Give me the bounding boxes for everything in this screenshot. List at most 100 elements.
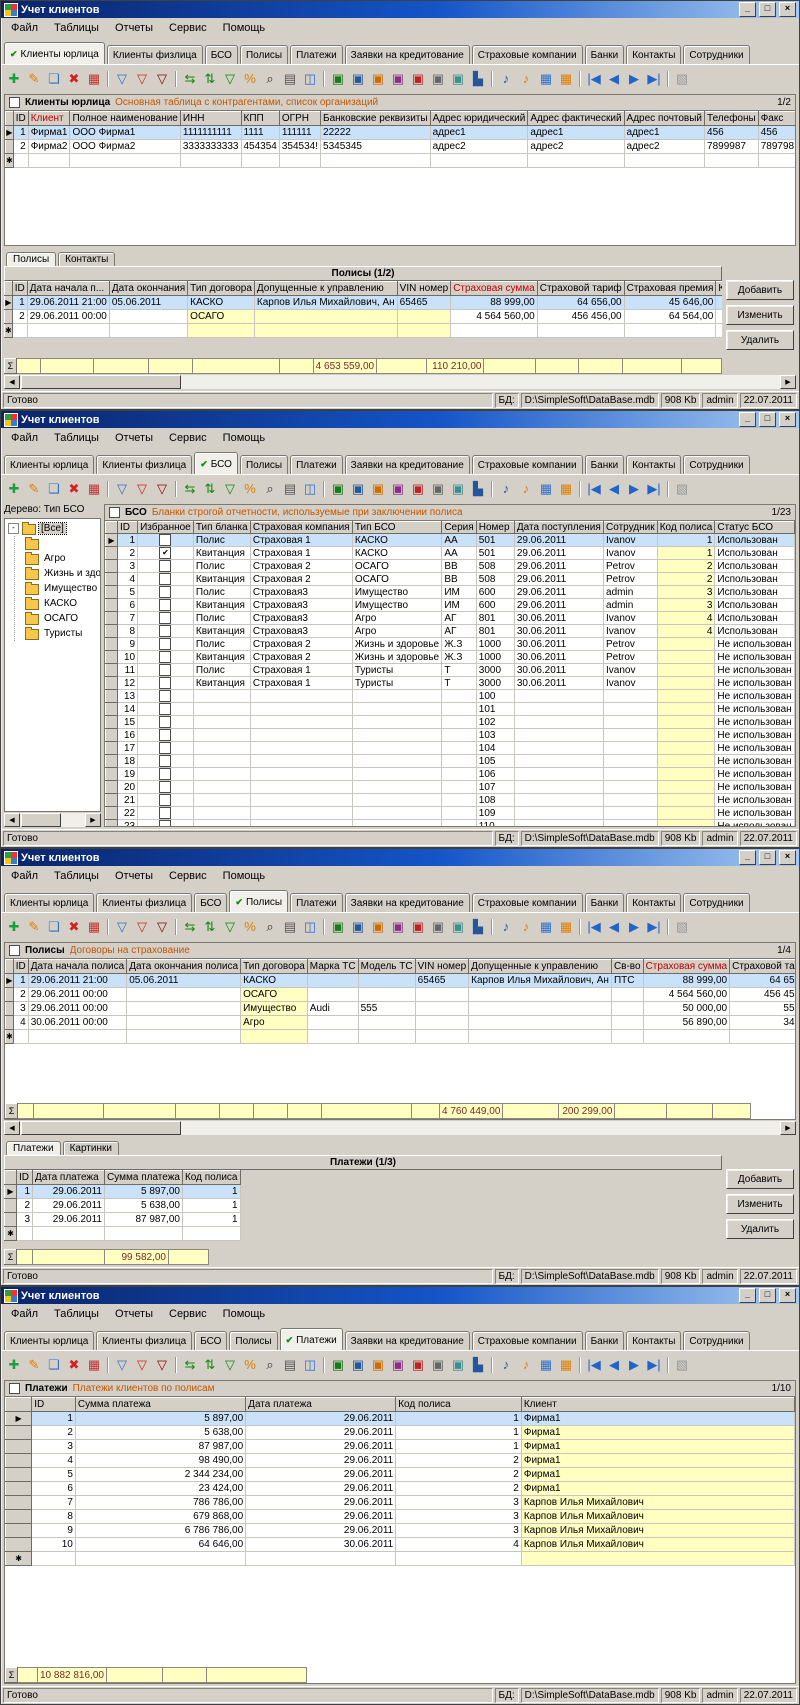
grid-cell[interactable] xyxy=(351,689,443,703)
grid-cell[interactable] xyxy=(513,780,605,794)
grid-cell[interactable]: 29.06.2011 xyxy=(513,572,605,586)
grid-cell[interactable]: 679 868,00 xyxy=(74,1509,247,1524)
grid-cell[interactable]: Агро xyxy=(351,611,443,625)
menu-item[interactable]: Файл xyxy=(3,430,46,446)
grid-cell[interactable] xyxy=(603,741,658,755)
grid-cell[interactable]: Petrov xyxy=(603,572,658,586)
grid-cell[interactable] xyxy=(656,728,716,742)
grid-cell[interactable]: ВВ xyxy=(441,559,477,573)
grid-cell[interactable]: 29.06.2011 21:00 xyxy=(27,973,128,988)
grid-cell[interactable]: Карпов Илья Михайлович, Ан xyxy=(253,295,398,310)
grid-cell[interactable] xyxy=(656,741,716,755)
delete-filtered-icon[interactable]: ▦ xyxy=(84,1355,104,1374)
nav-next-icon[interactable]: ▶ xyxy=(624,1355,644,1374)
grid-cell[interactable]: 456 xyxy=(704,125,759,140)
nav-prev-icon[interactable]: ◀ xyxy=(604,1355,624,1374)
tree-item[interactable]: Жизнь и здоровье xyxy=(25,566,100,581)
export-excel-icon[interactable]: ▣ xyxy=(328,69,348,88)
grid-cell[interactable] xyxy=(357,1015,416,1030)
grid-cell[interactable]: 7 xyxy=(117,611,139,625)
grid-cell[interactable]: 801 xyxy=(475,624,515,638)
export-html-icon[interactable]: ▣ xyxy=(368,479,388,498)
tab-0[interactable]: Клиенты юрлица xyxy=(4,1331,95,1350)
grid-cell[interactable]: Petrov xyxy=(603,559,658,573)
tab-3[interactable]: ✔ Полисы xyxy=(229,890,289,912)
grid-cell[interactable]: 87 987,00 xyxy=(74,1439,247,1454)
export-word-icon[interactable]: ▣ xyxy=(348,917,368,936)
grid-cell[interactable] xyxy=(192,780,251,794)
delete-filtered-icon[interactable]: ▦ xyxy=(84,69,104,88)
grid-row[interactable]: 6 23 424,00 29.06.2011 2 Фирма1 xyxy=(5,1481,795,1496)
grid-row[interactable]: 11 Полис Страховая 1 Туристы Т 3000 30.06.2011… xyxy=(105,663,795,677)
chart-icon[interactable]: ▙ xyxy=(468,917,488,936)
grid-cell[interactable] xyxy=(603,793,658,807)
grid-row[interactable]: 12 Квитанция Страховая 1 Туристы Т 3000 30.06.… xyxy=(105,676,795,690)
grid-cell[interactable] xyxy=(513,819,605,826)
grid-cell[interactable]: Не использован xyxy=(714,793,795,807)
find-icon[interactable]: ⌕ xyxy=(260,479,280,498)
column-header[interactable]: Страховой тариф xyxy=(729,959,795,974)
grid-cell[interactable] xyxy=(27,1029,128,1044)
edit-record-icon[interactable]: ✎ xyxy=(24,479,44,498)
menu-item[interactable]: Таблицы xyxy=(46,868,107,884)
grid-row[interactable]: 16 103 Не использован xyxy=(105,728,795,742)
grid-cell[interactable]: ОСАГО xyxy=(351,572,443,586)
grid-cell[interactable]: Страховая3 xyxy=(249,598,353,612)
grid-cell[interactable]: 454354 xyxy=(240,139,280,154)
grid-cell[interactable] xyxy=(351,728,443,742)
column-header[interactable]: Дата начала п... xyxy=(26,281,110,296)
grid-cell[interactable]: 555,00 xyxy=(729,1001,795,1016)
filter-clear-icon[interactable]: ▽ xyxy=(152,917,172,936)
tab-1[interactable]: Клиенты физлица xyxy=(96,455,193,474)
favorite-checkbox[interactable] xyxy=(159,794,172,806)
sound-icon[interactable]: ♪ xyxy=(496,479,516,498)
grid-cell[interactable]: КАСКО xyxy=(240,973,308,988)
filter-sort-icon[interactable]: ▽ xyxy=(220,69,240,88)
grid-cell[interactable] xyxy=(704,153,759,168)
grid-cell[interactable] xyxy=(192,741,251,755)
grid-cell[interactable]: 21 xyxy=(117,793,139,807)
column-header[interactable]: Серия xyxy=(441,521,477,534)
grid-row[interactable]: 21 108 Не использован xyxy=(105,793,795,807)
grid-cell[interactable]: 98 490,00 xyxy=(74,1453,247,1468)
grid-cell[interactable]: Использован xyxy=(714,546,795,560)
grid-cell[interactable]: 5345345 xyxy=(320,139,431,154)
grid-cell[interactable]: Ivanov xyxy=(603,663,658,677)
grid-cell[interactable] xyxy=(137,624,194,638)
grid-cell[interactable]: 2 344 234,00 xyxy=(74,1467,247,1482)
grid-cell[interactable] xyxy=(137,637,194,651)
grid-cell[interactable]: АГ xyxy=(441,624,477,638)
sort-icon[interactable]: ⇅ xyxy=(200,917,220,936)
grid-cell[interactable]: Ivanov xyxy=(603,624,658,638)
tab-7[interactable]: Банки xyxy=(584,455,625,474)
column-header[interactable]: Телефоны xyxy=(704,111,759,126)
export-txt-icon[interactable]: ▣ xyxy=(428,917,448,936)
grid-cell[interactable] xyxy=(249,780,353,794)
grid-cell[interactable]: 110 xyxy=(475,819,515,826)
grid-cell[interactable]: 7899987 xyxy=(704,139,759,154)
form-view-icon[interactable]: ▦ xyxy=(556,479,576,498)
export-xml-icon[interactable]: ▣ xyxy=(388,1355,408,1374)
grid-cell[interactable] xyxy=(656,754,716,768)
filter-icon[interactable]: ▽ xyxy=(112,69,132,88)
paste-icon[interactable]: ▧ xyxy=(672,1355,692,1374)
title-bar[interactable]: Учет клиентов _ □ × xyxy=(1,411,799,428)
column-header[interactable]: Св-во xyxy=(610,959,644,974)
grid-cell[interactable] xyxy=(536,323,625,338)
grid-cell[interactable]: КАСКО xyxy=(351,546,443,560)
tab-7[interactable]: Банки xyxy=(584,45,625,64)
grid-cell[interactable] xyxy=(396,309,452,324)
preview-icon[interactable]: ◫ xyxy=(300,917,320,936)
favorite-checkbox[interactable] xyxy=(159,534,172,546)
grid-cell[interactable]: 107 xyxy=(475,780,515,794)
grid-cell[interactable]: Не использован xyxy=(714,715,795,729)
favorite-checkbox[interactable] xyxy=(159,690,172,702)
grid-cell[interactable]: admin xyxy=(603,585,658,599)
nav-last-icon[interactable]: ▶| xyxy=(644,917,664,936)
grid-cell[interactable]: Фирма1 xyxy=(520,1467,795,1482)
grid-cell[interactable] xyxy=(137,572,194,586)
column-header[interactable]: Факс xyxy=(757,111,795,126)
grid-row[interactable]: 96 786 786,00 29.06.2011 3 Карпов Илья Миха… xyxy=(5,1523,795,1538)
grid-cell[interactable] xyxy=(603,715,658,729)
paste-icon[interactable]: ▧ xyxy=(672,917,692,936)
